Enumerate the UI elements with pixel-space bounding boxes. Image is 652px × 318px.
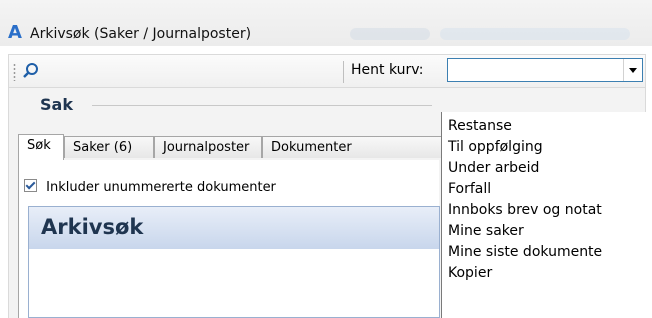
dropdown-item[interactable]: Innboks brev og notat: [448, 202, 602, 218]
title-bar: A Arkivsøk (Saker / Journalposter): [0, 0, 652, 46]
search-panel-header: Arkivsøk: [29, 207, 439, 249]
dropdown-item[interactable]: Restanse: [448, 118, 512, 134]
toolbar-separator: [343, 61, 344, 83]
section-divider: [92, 105, 432, 106]
dropdown-item[interactable]: Under arbeid: [448, 160, 539, 176]
blurred-tab: [350, 28, 430, 40]
chevron-down-icon[interactable]: [623, 59, 642, 81]
dropdown-item[interactable]: Mine saker: [448, 223, 524, 239]
include-unnumbered-checkbox[interactable]: [24, 179, 37, 192]
kurv-label: Hent kurv:: [351, 62, 424, 78]
tab-dokumenter[interactable]: Dokumenter: [262, 136, 442, 158]
toolbar-grip[interactable]: [13, 63, 16, 81]
search-panel-title: Arkivsøk: [41, 215, 144, 239]
dropdown-item[interactable]: Mine siste dokumente: [448, 244, 602, 260]
tab-journalposter[interactable]: Journalposter: [154, 136, 262, 158]
search-panel: Arkivsøk: [28, 206, 440, 318]
kurv-select[interactable]: [447, 58, 643, 82]
tab-sok[interactable]: Søk: [18, 134, 64, 160]
include-unnumbered-row[interactable]: Inkluder unummererte dokumenter: [24, 179, 276, 195]
dropdown-item[interactable]: Forfall: [448, 181, 491, 197]
dropdown-item[interactable]: Kopier: [448, 265, 492, 281]
search-icon[interactable]: [21, 61, 41, 81]
blurred-tab: [440, 28, 630, 40]
window-title: Arkivsøk (Saker / Journalposter): [30, 26, 252, 42]
include-unnumbered-label: Inkluder unummererte dokumenter: [46, 180, 276, 195]
dropdown-item[interactable]: Til oppfølging: [448, 139, 543, 155]
section-label-sak: Sak: [40, 95, 73, 114]
tab-saker[interactable]: Saker (6): [64, 136, 154, 158]
kurv-dropdown-list: Restanse Til oppfølging Under arbeid For…: [441, 112, 652, 318]
toolbar: Hent kurv:: [8, 54, 646, 88]
app-icon: A: [8, 22, 22, 43]
